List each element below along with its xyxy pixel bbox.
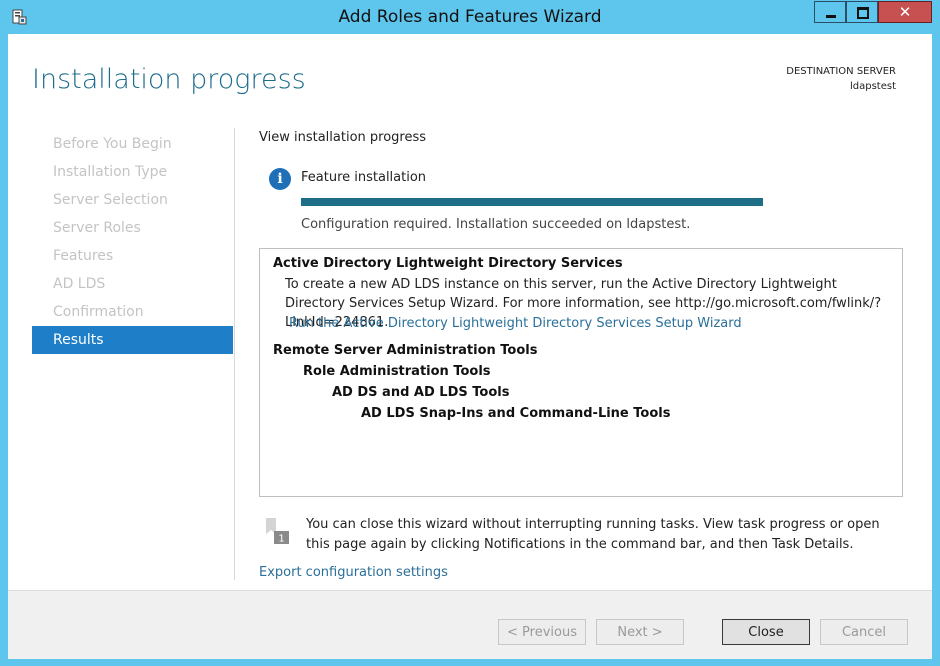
- run-ad-lds-setup-link[interactable]: Run the Active Directory Lightweight Dir…: [289, 316, 742, 331]
- close-button[interactable]: Close: [722, 619, 810, 645]
- wizard-content: Installation progress DESTINATION SERVER…: [8, 34, 932, 659]
- flag-icon: 1: [266, 518, 289, 545]
- result-ad-ds-lds-tools: AD DS and AD LDS Tools: [332, 385, 510, 400]
- close-icon: ✕: [898, 3, 912, 21]
- nav-item-before-you-begin[interactable]: Before You Begin: [32, 130, 233, 158]
- cancel-button[interactable]: Cancel: [820, 619, 908, 645]
- nav-item-results[interactable]: Results: [32, 326, 233, 354]
- view-progress-label: View installation progress: [259, 130, 427, 145]
- result-ad-lds-title: Active Directory Lightweight Directory S…: [273, 256, 623, 271]
- nav-item-server-roles[interactable]: Server Roles: [32, 214, 233, 242]
- results-list: Active Directory Lightweight Directory S…: [259, 248, 903, 497]
- maximize-button[interactable]: [846, 1, 878, 23]
- svg-text:1: 1: [278, 534, 284, 545]
- nav-item-ad-lds[interactable]: AD LDS: [32, 270, 233, 298]
- previous-button[interactable]: < Previous: [498, 619, 586, 645]
- feature-installation-label: Feature installation: [301, 170, 427, 185]
- progress-fill: [301, 198, 763, 206]
- nav-item-installation-type[interactable]: Installation Type: [32, 158, 233, 186]
- result-rsat: Remote Server Administration Tools: [273, 343, 538, 358]
- title-bar: Add Roles and Features Wizard ✕: [0, 0, 940, 34]
- page-title: Installation progress: [32, 64, 306, 95]
- result-role-admin-tools: Role Administration Tools: [303, 364, 491, 379]
- window-title: Add Roles and Features Wizard: [338, 7, 602, 27]
- nav-item-server-selection[interactable]: Server Selection: [32, 186, 233, 214]
- installation-progress-bar: [301, 198, 763, 206]
- minimize-icon: [826, 15, 836, 18]
- next-button[interactable]: Next >: [596, 619, 684, 645]
- close-wizard-note: You can close this wizard without interr…: [306, 517, 880, 552]
- installation-status: Configuration required. Installation suc…: [301, 217, 691, 232]
- close-window-button[interactable]: ✕: [878, 1, 932, 23]
- minimize-button[interactable]: [814, 1, 846, 23]
- info-icon: i: [269, 168, 291, 190]
- wizard-nav: Before You Begin Installation Type Serve…: [32, 130, 233, 354]
- destination-server-label: DESTINATION SERVER: [786, 66, 896, 77]
- nav-divider: [234, 128, 235, 580]
- export-configuration-link[interactable]: Export configuration settings: [259, 565, 448, 580]
- maximize-icon: [857, 7, 869, 19]
- wizard-footer: < Previous Next > Close Cancel: [8, 590, 932, 659]
- nav-item-features[interactable]: Features: [32, 242, 233, 270]
- nav-item-confirmation[interactable]: Confirmation: [32, 298, 233, 326]
- destination-server-name: ldapstest: [849, 81, 896, 92]
- result-ad-lds-snapins: AD LDS Snap-Ins and Command-Line Tools: [361, 406, 671, 421]
